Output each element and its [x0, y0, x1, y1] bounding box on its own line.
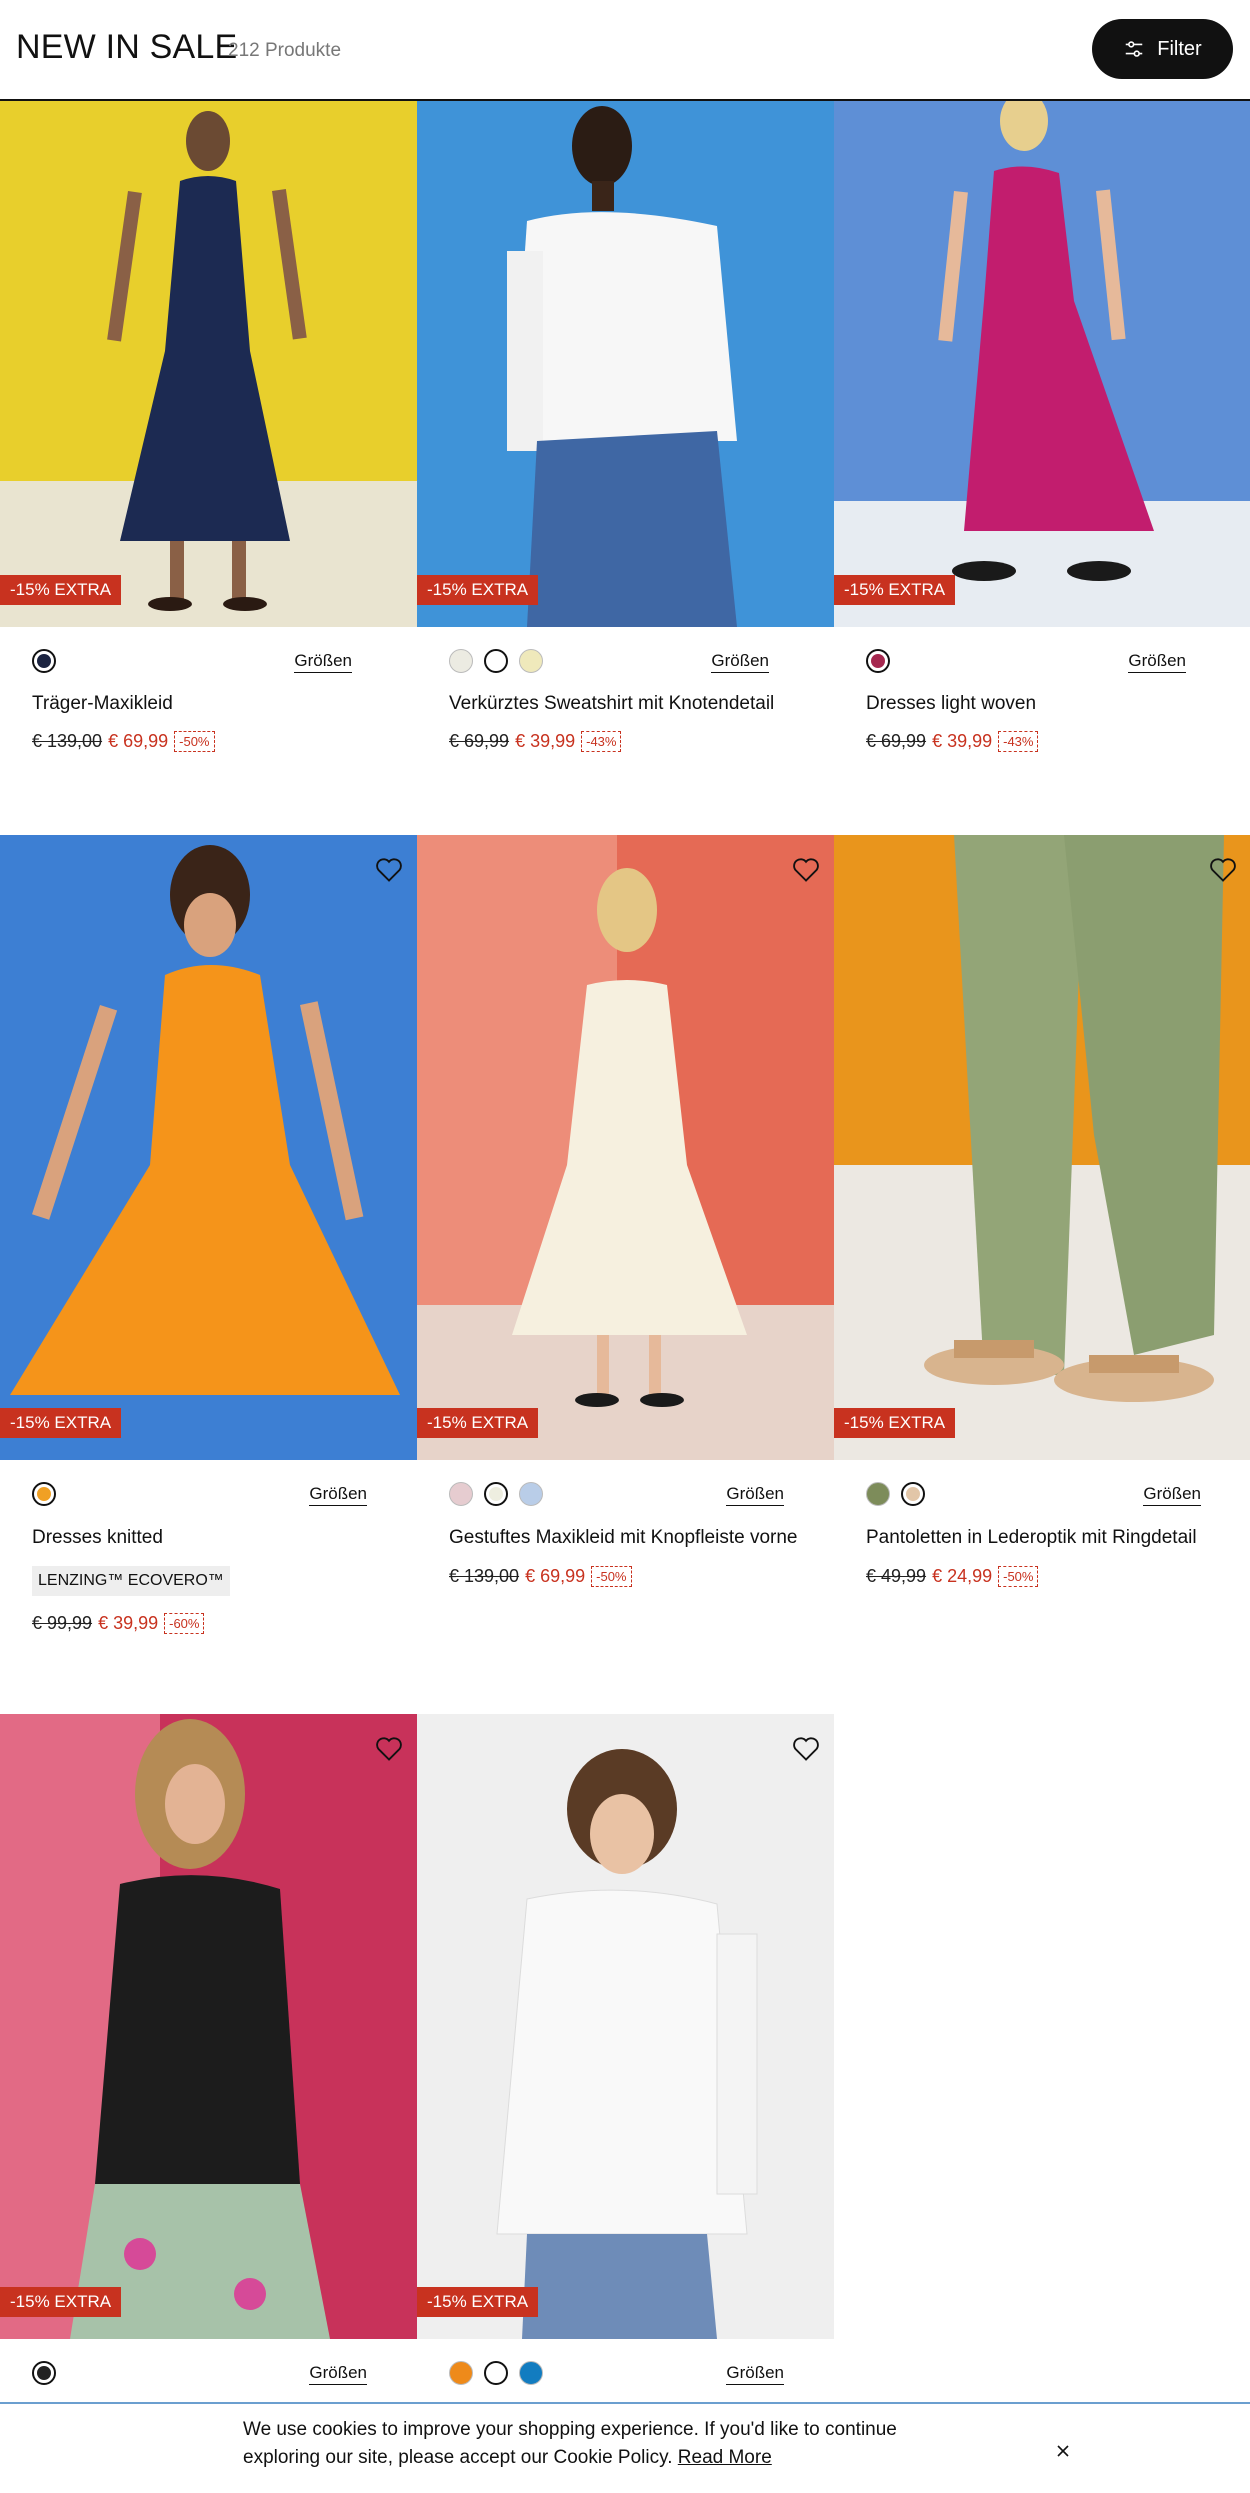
- product-image[interactable]: -15% EXTRA: [834, 101, 1250, 627]
- promo-badge: -15% EXTRA: [417, 2287, 539, 2317]
- sizes-link[interactable]: Größen: [1128, 651, 1186, 673]
- read-more-link[interactable]: Read More: [678, 2447, 772, 2468]
- sale-price: € 39,99: [515, 731, 576, 751]
- promo-badge: -15% EXTRA: [0, 2287, 122, 2317]
- old-price: € 69,99: [866, 731, 927, 751]
- product-image[interactable]: -15% EXTRA: [0, 835, 417, 1460]
- color-swatches: [449, 2361, 543, 2385]
- promo-badge: -15% EXTRA: [834, 1408, 956, 1438]
- product-image[interactable]: -15% EXTRA: [417, 835, 834, 1460]
- wishlist-heart-icon[interactable]: [792, 857, 820, 883]
- old-price: € 99,99: [32, 1613, 93, 1633]
- price-row: € 49,99 € 24,99 -50%: [866, 1566, 1039, 1587]
- promo-badge: -15% EXTRA: [417, 575, 539, 605]
- sizes-link[interactable]: Größen: [726, 2363, 784, 2385]
- sizes-link[interactable]: Größen: [309, 1484, 367, 1506]
- color-swatch[interactable]: [901, 1482, 925, 1506]
- cookie-banner: We use cookies to improve your shopping …: [0, 2402, 1250, 2493]
- wishlist-heart-icon[interactable]: [375, 1736, 403, 1762]
- color-swatches: [866, 1482, 925, 1506]
- color-swatch[interactable]: [449, 2361, 473, 2385]
- old-price: € 139,00: [449, 1566, 520, 1586]
- price-row: € 139,00 € 69,99 -50%: [449, 1566, 632, 1587]
- color-swatches: [32, 2361, 56, 2385]
- color-swatches: [866, 649, 890, 673]
- wishlist-heart-icon[interactable]: [1209, 857, 1237, 883]
- sizes-link[interactable]: Größen: [309, 2363, 367, 2385]
- old-price: € 49,99: [866, 1566, 927, 1586]
- filter-label: Filter: [1157, 37, 1202, 60]
- product-image[interactable]: -15% EXTRA: [834, 835, 1250, 1460]
- discount-badge: -50%: [591, 1566, 632, 1587]
- discount-badge: -50%: [998, 1566, 1039, 1587]
- price-row: € 69,99 € 39,99 -43%: [449, 731, 622, 752]
- sizes-link[interactable]: Größen: [294, 651, 352, 673]
- cookie-message: We use cookies to improve your shopping …: [243, 2416, 943, 2472]
- product-name[interactable]: Gestuftes Maxikleid mit Knopfleiste vorn…: [449, 1527, 798, 1549]
- sizes-link[interactable]: Größen: [1143, 1484, 1201, 1506]
- color-swatch[interactable]: [484, 649, 508, 673]
- product-name[interactable]: Dresses knitted: [32, 1527, 163, 1549]
- promo-badge: -15% EXTRA: [417, 1408, 539, 1438]
- color-swatch[interactable]: [484, 1482, 508, 1506]
- color-swatch[interactable]: [32, 649, 56, 673]
- color-swatch[interactable]: [519, 2361, 543, 2385]
- promo-badge: -15% EXTRA: [0, 575, 122, 605]
- sale-price: € 24,99: [932, 1566, 993, 1586]
- product-image[interactable]: -15% EXTRA: [417, 101, 834, 627]
- color-swatches: [449, 1482, 543, 1506]
- product-image[interactable]: -15% EXTRA: [0, 1714, 417, 2339]
- color-swatch[interactable]: [519, 1482, 543, 1506]
- product-name[interactable]: Träger-Maxikleid: [32, 693, 173, 715]
- color-swatch[interactable]: [449, 1482, 473, 1506]
- close-icon[interactable]: [1052, 2440, 1074, 2462]
- color-swatch[interactable]: [32, 1482, 56, 1506]
- price-row: € 69,99 € 39,99 -43%: [866, 731, 1039, 752]
- discount-badge: -60%: [164, 1613, 205, 1634]
- page-title: NEW IN SALE: [16, 28, 238, 66]
- cookie-text: We use cookies to improve your shopping …: [243, 2419, 897, 2468]
- color-swatches: [32, 1482, 56, 1506]
- product-image[interactable]: -15% EXTRA: [417, 1714, 834, 2339]
- discount-badge: -43%: [998, 731, 1039, 752]
- color-swatches: [449, 649, 543, 673]
- material-tag: LENZING™ ECOVERO™: [32, 1566, 230, 1596]
- product-count: 212 Produkte: [228, 40, 342, 61]
- price-row: € 139,00 € 69,99 -50%: [32, 731, 215, 752]
- color-swatch[interactable]: [866, 649, 890, 673]
- color-swatch[interactable]: [519, 649, 543, 673]
- color-swatch[interactable]: [449, 649, 473, 673]
- sizes-link[interactable]: Größen: [726, 1484, 784, 1506]
- product-name[interactable]: Dresses light woven: [866, 693, 1036, 715]
- wishlist-heart-icon[interactable]: [375, 857, 403, 883]
- product-name[interactable]: Verkürztes Sweatshirt mit Knotendetail: [449, 693, 774, 715]
- wishlist-heart-icon[interactable]: [792, 1736, 820, 1762]
- discount-badge: -50%: [174, 731, 215, 752]
- old-price: € 139,00: [32, 731, 103, 751]
- old-price: € 69,99: [449, 731, 510, 751]
- sale-price: € 39,99: [932, 731, 993, 751]
- color-swatch[interactable]: [866, 1482, 890, 1506]
- sale-price: € 69,99: [108, 731, 169, 751]
- promo-badge: -15% EXTRA: [0, 1408, 122, 1438]
- color-swatches: [32, 649, 56, 673]
- sliders-icon: [1126, 41, 1143, 57]
- color-swatch[interactable]: [484, 2361, 508, 2385]
- sale-price: € 69,99: [525, 1566, 586, 1586]
- sizes-link[interactable]: Größen: [711, 651, 769, 673]
- page-header: NEW IN SALE 212 Produkte Filter: [0, 0, 1250, 101]
- product-name[interactable]: Pantoletten in Lederoptik mit Ringdetail: [866, 1527, 1197, 1549]
- price-row: € 99,99 € 39,99 -60%: [32, 1613, 205, 1634]
- discount-badge: -43%: [581, 731, 622, 752]
- product-image[interactable]: -15% EXTRA: [0, 101, 417, 627]
- color-swatch[interactable]: [32, 2361, 56, 2385]
- promo-badge: -15% EXTRA: [834, 575, 956, 605]
- sale-price: € 39,99: [98, 1613, 159, 1633]
- filter-button[interactable]: Filter: [1092, 19, 1233, 79]
